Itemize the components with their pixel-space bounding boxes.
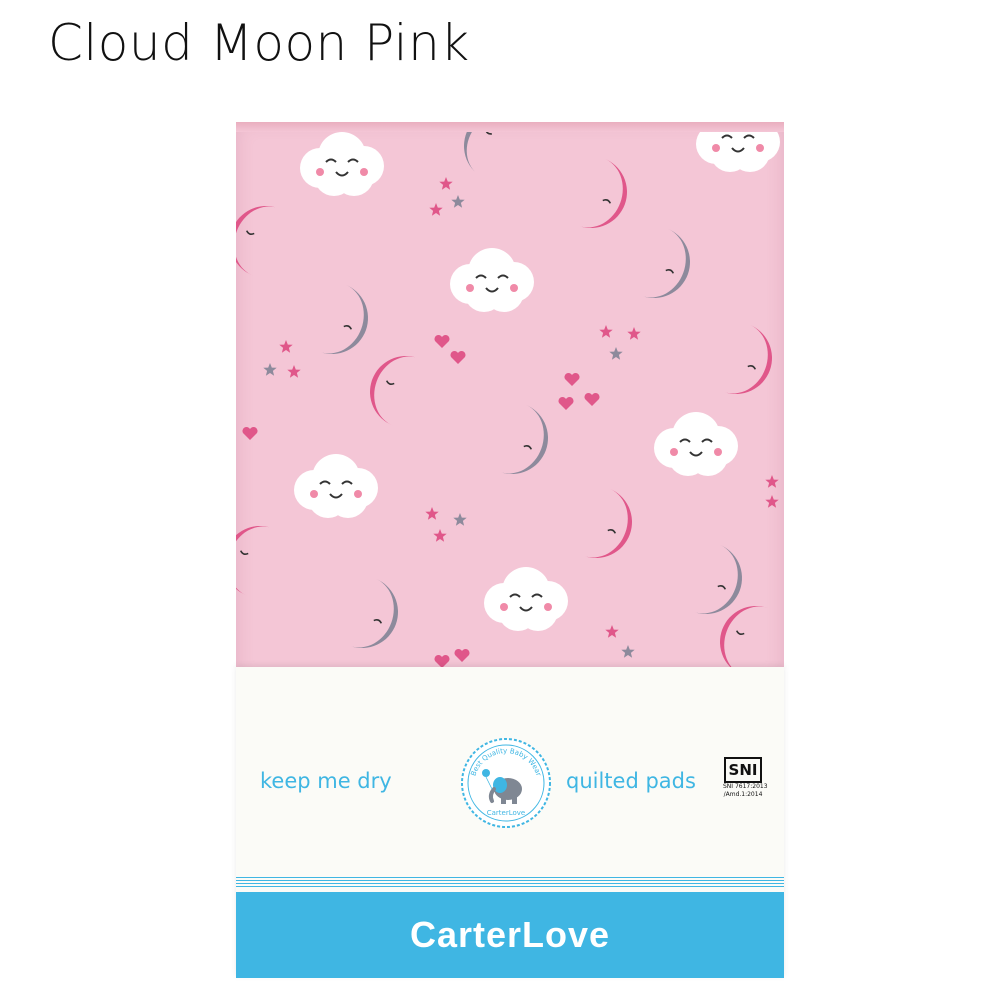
tagline-right: quilted pads (566, 769, 696, 793)
brand-name: CarterLove (409, 914, 611, 955)
star-icon (451, 195, 465, 208)
cloud-icon (654, 412, 738, 476)
packaging-insert: keep me dry Best Quality Baby Wear Carte… (236, 667, 784, 978)
star-icon (425, 507, 439, 520)
star-icon (627, 327, 641, 340)
moon-icon (236, 206, 279, 276)
product-image: keep me dry Best Quality Baby Wear Carte… (236, 122, 784, 978)
star-icon (599, 325, 613, 338)
elephant-logo-badge: Best Quality Baby Wear CarterLove (461, 738, 551, 828)
tagline-left: keep me dry (260, 769, 392, 793)
star-icon (263, 363, 277, 376)
badge-brand: CarterLove (487, 809, 526, 817)
fabric-pattern (236, 122, 780, 676)
moon-icon (641, 228, 690, 298)
moon-icon (370, 356, 419, 426)
heart-icon (450, 350, 466, 364)
moon-icon (349, 578, 398, 648)
star-icon (609, 347, 623, 360)
page-title: Cloud Moon Pink (48, 14, 470, 72)
moon-icon (499, 404, 548, 474)
star-icon (439, 177, 453, 190)
sni-standard: SNI 7617:2013 (723, 783, 768, 790)
heart-icon (454, 648, 470, 662)
fabric-fold (236, 122, 784, 132)
moon-icon (723, 324, 772, 394)
star-icon (287, 365, 301, 378)
fabric-print (236, 122, 784, 682)
cloud-icon (450, 248, 534, 312)
moon-icon (578, 158, 627, 228)
blue-stripes (236, 877, 784, 889)
sni-mark: SNI (724, 757, 762, 783)
star-icon (605, 625, 619, 638)
cloud-icon (294, 454, 378, 518)
moon-icon (236, 526, 273, 596)
sni-certification: SNI SNI 7617:2013 /Amd.1:2014 (723, 757, 768, 827)
star-icon (279, 340, 293, 353)
star-icon (765, 495, 779, 508)
moon-icon (319, 284, 368, 354)
moon-icon (693, 544, 742, 614)
star-icon (433, 529, 447, 542)
star-icon (429, 203, 443, 216)
cloud-icon (484, 567, 568, 631)
heart-icon (558, 396, 574, 410)
brand-band: CarterLove (236, 892, 784, 978)
cloud-icon (300, 132, 384, 196)
moon-icon (583, 488, 632, 558)
star-icon (765, 475, 779, 488)
heart-icon (584, 392, 600, 406)
heart-icon (564, 372, 580, 386)
heart-icon (434, 334, 450, 348)
heart-icon (242, 426, 258, 440)
sni-amendment: /Amd.1:2014 (723, 791, 763, 798)
star-icon (453, 513, 467, 526)
star-icon (621, 645, 635, 658)
moon-icon (720, 606, 769, 676)
